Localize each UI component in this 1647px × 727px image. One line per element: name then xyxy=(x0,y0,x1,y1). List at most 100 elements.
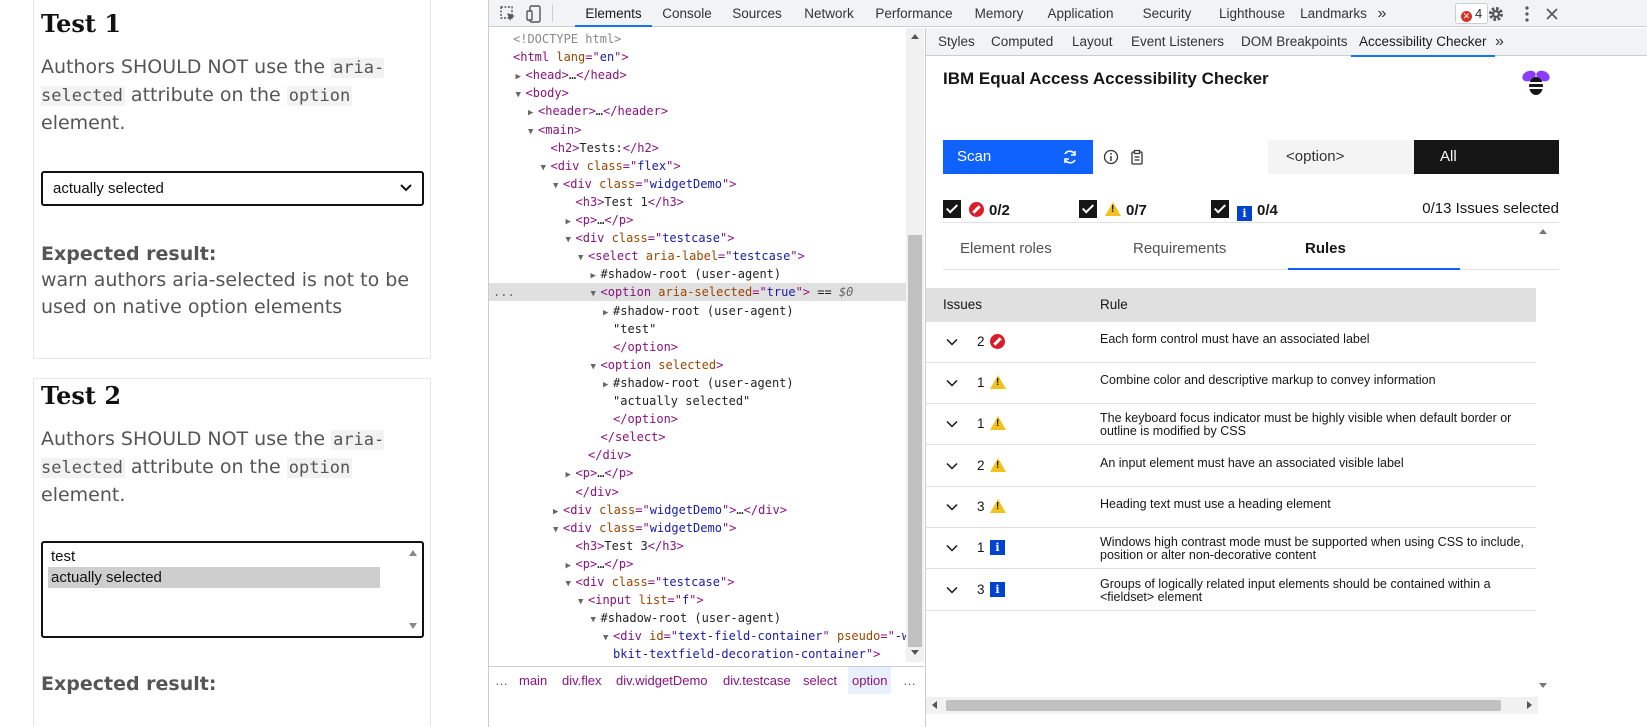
dom-node[interactable]: ▼ <main> xyxy=(489,121,906,139)
tab-security[interactable]: Security xyxy=(1125,0,1209,27)
table-row[interactable]: 3 i Groups of logically related input elem… xyxy=(926,570,1536,611)
dom-node[interactable]: ▶ <p>…</p> xyxy=(489,211,906,229)
table-row[interactable]: 1 Combine color and descriptive markup to… xyxy=(926,363,1536,404)
dom-node[interactable]: ▶ <head>…</head> xyxy=(489,66,906,84)
checkbox[interactable] xyxy=(1211,200,1229,218)
dom-node[interactable]: ▶ <div class="widgetDemo">…</div> xyxy=(489,501,906,519)
scroll-up-icon[interactable] xyxy=(911,34,919,39)
dom-node[interactable]: <h3>Test 1</h3> xyxy=(489,193,906,211)
chevron-down-icon[interactable] xyxy=(946,377,958,389)
tab-application[interactable]: Application xyxy=(1036,0,1125,27)
scroll-up-icon[interactable] xyxy=(409,550,417,556)
testcase-listbox[interactable]: test actually selected xyxy=(41,541,424,638)
chevron-down-icon[interactable] xyxy=(946,336,958,348)
chevron-down-icon[interactable] xyxy=(946,542,958,554)
breadcrumb-item[interactable]: div.widgetDemo xyxy=(616,667,708,694)
elements-scrollbar[interactable] xyxy=(906,28,924,662)
expand-triangle-right-icon[interactable]: ▶ xyxy=(566,466,576,482)
tab-console[interactable]: Console xyxy=(652,0,722,27)
gear-icon[interactable] xyxy=(1486,4,1506,24)
breadcrumb-item[interactable]: main xyxy=(519,667,547,694)
horizontal-scrollbar[interactable] xyxy=(926,697,1538,714)
expand-triangle-down-icon[interactable]: ▼ xyxy=(578,249,588,265)
dom-node[interactable]: </select> xyxy=(489,428,906,446)
listbox-scrollbar[interactable] xyxy=(404,543,422,636)
dom-node[interactable]: <html lang="en"> xyxy=(489,48,906,66)
dom-node[interactable]: "test" xyxy=(489,320,906,338)
expand-triangle-right-icon[interactable]: ▶ xyxy=(516,68,526,84)
sidebar-more-tabs-button[interactable]: » xyxy=(1495,28,1504,56)
breadcrumb-item-current[interactable]: option xyxy=(848,667,892,694)
dom-node[interactable]: ▼ <div class="widgetDemo"> xyxy=(489,519,906,537)
listbox-option[interactable]: test xyxy=(48,546,380,567)
dom-node[interactable]: "actually selected" xyxy=(489,392,906,410)
expand-triangle-right-icon[interactable]: ▶ xyxy=(566,557,576,573)
scroll-thumb[interactable] xyxy=(946,700,1501,711)
dom-node[interactable]: ▶ #shadow-root (user-agent) xyxy=(489,265,906,283)
dom-node[interactable]: ▶ #shadow-root (user-agent) xyxy=(489,374,906,392)
selected-element-field[interactable]: <option> xyxy=(1268,140,1414,174)
chevron-down-icon[interactable] xyxy=(946,418,958,430)
expand-triangle-right-icon[interactable]: ▶ xyxy=(591,267,601,283)
node-actions-ellipsis[interactable]: ... xyxy=(493,283,515,301)
breadcrumb-item[interactable]: select xyxy=(803,667,837,694)
tab-styles[interactable]: Styles xyxy=(938,28,975,56)
scroll-right-icon[interactable] xyxy=(1527,701,1532,709)
dom-node[interactable]: <h2>Tests:</h2> xyxy=(489,139,906,157)
inspect-element-icon[interactable] xyxy=(498,4,518,24)
tab-requirements[interactable]: Requirements xyxy=(1116,232,1288,270)
table-row[interactable]: 2 Each form control must have an associat… xyxy=(926,322,1536,363)
expand-triangle-right-icon[interactable]: ▶ xyxy=(603,304,613,320)
dom-node[interactable]: </option> xyxy=(489,338,906,356)
expand-triangle-down-icon[interactable]: ▼ xyxy=(591,358,601,374)
tab-accessibility-checker[interactable]: Accessibility Checker xyxy=(1351,28,1495,57)
dom-node[interactable]: <!DOCTYPE html> xyxy=(489,30,906,48)
expand-triangle-down-icon[interactable]: ▼ xyxy=(603,629,613,645)
breadcrumb-item[interactable]: div.flex xyxy=(562,667,602,694)
more-tabs-button[interactable]: » xyxy=(1372,0,1392,27)
scroll-down-icon[interactable] xyxy=(1539,683,1547,688)
table-row[interactable]: 2 An input element must have an associate… xyxy=(926,446,1536,487)
table-row[interactable]: 3 Heading text must use a heading element xyxy=(926,487,1536,528)
tab-lighthouse[interactable]: Lighthouse xyxy=(1209,0,1295,27)
dom-node[interactable]: ▼ <div id="text-field-container" pseudo="… xyxy=(489,627,906,645)
expand-triangle-right-icon[interactable]: ▶ xyxy=(528,104,538,120)
tab-layout[interactable]: Layout xyxy=(1072,28,1113,56)
tab-computed[interactable]: Computed xyxy=(991,28,1053,56)
error-count-badge[interactable]: ✕ 4 xyxy=(1455,3,1489,24)
tab-dom-breakpoints[interactable]: DOM Breakpoints xyxy=(1241,28,1348,56)
checkbox[interactable] xyxy=(943,200,961,218)
breadcrumb-item[interactable]: div.testcase xyxy=(723,667,791,694)
table-row[interactable]: 1 The keyboard focus indicator must be hi… xyxy=(926,404,1536,445)
dom-node[interactable]: </div> xyxy=(489,446,906,464)
dom-node[interactable]: bkit-textfield-decoration-container"> xyxy=(489,645,906,663)
info-icon[interactable] xyxy=(1103,149,1119,165)
expand-triangle-right-icon[interactable]: ▶ xyxy=(553,503,563,519)
dom-node[interactable]: ▼ <select aria-label="testcase"> xyxy=(489,247,906,265)
scan-button[interactable]: Scan xyxy=(943,140,1093,174)
recommendations-filter[interactable]: i 0/4 xyxy=(1211,200,1278,221)
chevron-down-icon[interactable] xyxy=(946,460,958,472)
dom-node[interactable]: ▶ #shadow-root (user-agent) xyxy=(489,302,906,320)
expand-triangle-down-icon[interactable]: ▼ xyxy=(578,593,588,609)
scroll-up-icon[interactable] xyxy=(1539,229,1547,234)
tab-rules[interactable]: Rules xyxy=(1288,232,1460,270)
elements-tree[interactable]: <!DOCTYPE html> <html lang="en"> ▶ <head>…<… xyxy=(489,28,906,694)
scroll-left-icon[interactable] xyxy=(932,701,937,709)
tab-memory[interactable]: Memory xyxy=(962,0,1036,27)
expand-triangle-down-icon[interactable]: ▼ xyxy=(591,285,601,301)
scope-dropdown[interactable]: All xyxy=(1414,140,1559,174)
checkbox[interactable] xyxy=(1079,200,1097,218)
expand-triangle-down-icon[interactable]: ▼ xyxy=(566,231,576,247)
listbox-option[interactable]: actually selected xyxy=(48,567,380,588)
chevron-down-icon[interactable] xyxy=(946,584,958,596)
expand-triangle-down-icon[interactable]: ▼ xyxy=(516,86,526,102)
dom-node[interactable]: ▼ <div class="testcase"> xyxy=(489,573,906,591)
tab-sources[interactable]: Sources xyxy=(722,0,792,27)
dom-node-selected[interactable]: ... ▼ <option aria-selected="true"> == $0 xyxy=(489,283,906,302)
kebab-menu-icon[interactable] xyxy=(1517,4,1537,24)
clipboard-icon[interactable] xyxy=(1129,149,1145,165)
expand-triangle-down-icon[interactable]: ▼ xyxy=(528,123,538,139)
device-toolbar-icon[interactable] xyxy=(525,4,545,24)
expand-triangle-down-icon[interactable]: ▼ xyxy=(553,177,563,193)
